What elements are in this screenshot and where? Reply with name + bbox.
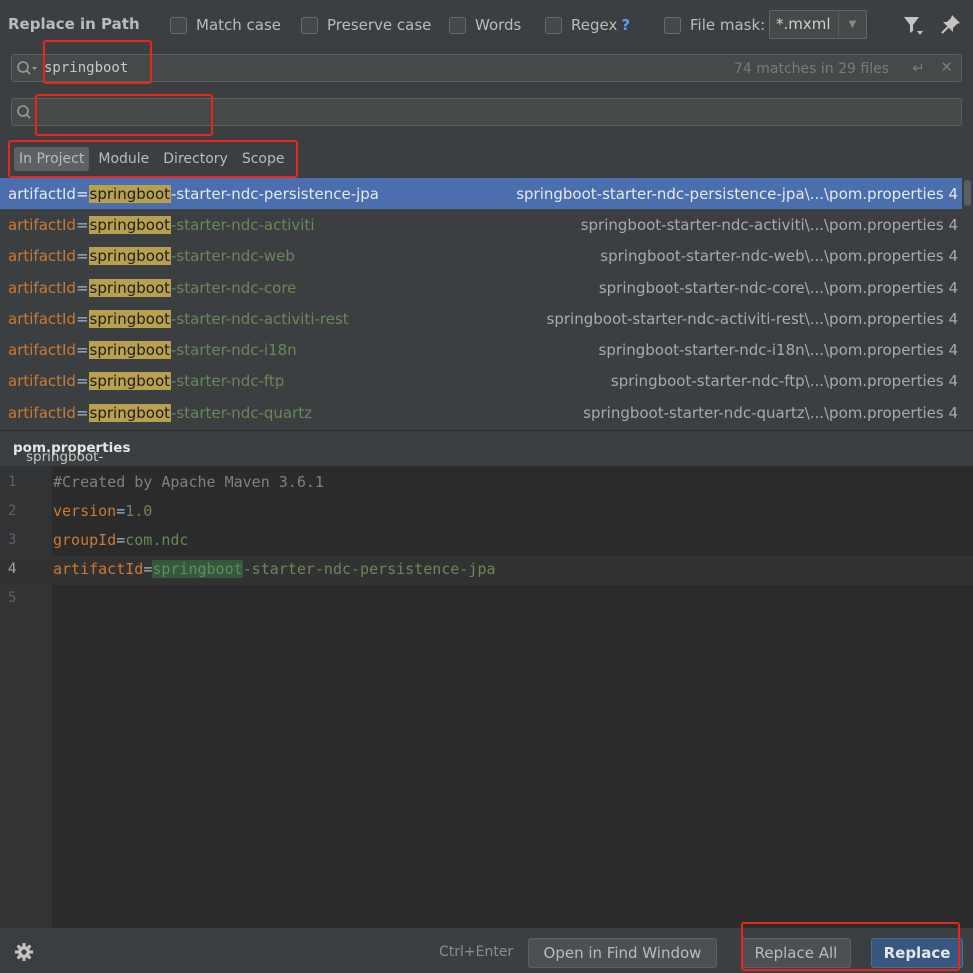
- replace-field[interactable]: [11, 98, 962, 126]
- match-case-checkbox[interactable]: [170, 16, 187, 34]
- tab-module[interactable]: Module: [93, 147, 154, 171]
- result-row[interactable]: artifactId=springboot-starter-ndc-activi…: [0, 303, 962, 334]
- replace-all-button[interactable]: Replace All: [741, 938, 851, 968]
- result-path: springboot-starter-ndc-quartz\...\pom.pr…: [583, 403, 958, 422]
- words-checkbox[interactable]: [449, 16, 466, 34]
- new-line-icon[interactable]: ↵: [912, 59, 925, 77]
- file-mask-value: *.mxml: [776, 15, 831, 33]
- file-mask-combo[interactable]: *.mxml ▼: [769, 10, 867, 39]
- match-case-option[interactable]: Match case: [170, 14, 281, 36]
- search-icon[interactable]: [16, 104, 38, 120]
- file-mask-label: File mask:: [690, 16, 766, 34]
- code-line: 2 version=1.0: [0, 498, 973, 527]
- result-text: artifactId=springboot-starter-ndc-core: [8, 278, 297, 297]
- result-path: springboot-starter-ndc-ftp\...\pom.prope…: [610, 372, 958, 391]
- line-number: 1: [8, 474, 17, 490]
- regex-help-icon[interactable]: ?: [621, 16, 630, 34]
- scrollbar-thumb[interactable]: [964, 180, 971, 206]
- code-comment: #Created by Apache Maven 3.6.1: [53, 473, 324, 491]
- words-option[interactable]: Words: [449, 14, 521, 36]
- result-text: artifactId=springboot-starter-ndc-persis…: [8, 184, 380, 203]
- result-row[interactable]: artifactId=springboot-starter-ndc-quartz…: [0, 397, 962, 428]
- result-text: artifactId=springboot-starter-ndc-activi…: [8, 309, 349, 328]
- code-line: 3 groupId=com.ndc: [0, 527, 973, 556]
- line-number: 5: [8, 590, 17, 606]
- regex-checkbox[interactable]: [545, 16, 562, 34]
- result-text: artifactId=springboot-starter-ndc-web: [8, 247, 295, 266]
- replace-input[interactable]: [38, 99, 718, 125]
- shortcut-hint: Ctrl+Enter: [439, 944, 514, 960]
- tab-in-project[interactable]: In Project: [14, 147, 90, 171]
- result-row[interactable]: artifactId=springboot-starter-ndc-i18n s…: [0, 334, 962, 365]
- match-count: 74 matches in 29 files: [734, 61, 889, 77]
- words-label: Words: [475, 16, 522, 34]
- dialog-footer: Ctrl+Enter Open in Find Window Replace A…: [0, 928, 973, 973]
- file-mask-option[interactable]: File mask:: [664, 14, 765, 36]
- result-row[interactable]: artifactId=springboot-starter-ndc-ftp sp…: [0, 366, 962, 397]
- replace-button[interactable]: Replace: [871, 938, 963, 968]
- results-list: artifactId=springboot-starter-ndc-persis…: [0, 178, 962, 428]
- gear-icon[interactable]: [14, 942, 34, 962]
- result-path: springboot-starter-ndc-activiti\...\pom.…: [580, 215, 958, 234]
- code-line-current: 4 artifactId=springboot-starter-ndc-pers…: [0, 556, 973, 585]
- dialog-title: Replace in Path: [8, 15, 140, 33]
- find-input[interactable]: [44, 55, 724, 81]
- code-text: version=1.0: [53, 502, 153, 520]
- results-scrollbar[interactable]: [962, 178, 973, 428]
- match-case-label: Match case: [196, 16, 282, 34]
- search-icon[interactable]: [16, 60, 38, 76]
- file-mask-checkbox[interactable]: [664, 16, 681, 34]
- result-row[interactable]: artifactId=springboot-starter-ndc-core s…: [0, 272, 962, 303]
- line-number: 2: [8, 503, 17, 519]
- code-line: 1 #Created by Apache Maven 3.6.1: [0, 469, 973, 498]
- filter-icon[interactable]: [902, 14, 924, 36]
- preserve-case-checkbox[interactable]: [301, 16, 318, 34]
- result-text: artifactId=springboot-starter-ndc-i18n: [8, 341, 297, 360]
- result-path: springboot-starter-ndc-i18n\...\pom.prop…: [598, 341, 958, 360]
- open-in-find-window-button[interactable]: Open in Find Window: [528, 938, 717, 968]
- dialog-header: Replace in Path Match case Preserve case…: [0, 0, 973, 50]
- preview-path: springboot-starter-ndc-persistence-jpa/t…: [0, 430, 973, 529]
- code-preview[interactable]: 1 #Created by Apache Maven 3.6.1 2 versi…: [0, 466, 973, 928]
- line-number: 3: [8, 532, 17, 548]
- result-path: springboot-starter-ndc-web\...\pom.prope…: [600, 247, 958, 266]
- result-text: artifactId=springboot-starter-ndc-activi…: [8, 215, 315, 234]
- result-text: artifactId=springboot-starter-ndc-ftp: [8, 372, 285, 391]
- regex-option[interactable]: Regex ?: [545, 14, 630, 36]
- pin-icon[interactable]: [940, 13, 962, 35]
- close-icon[interactable]: ✕: [940, 58, 953, 76]
- preserve-case-label: Preserve case: [327, 16, 432, 34]
- regex-label: Regex: [571, 16, 618, 34]
- scope-tabs: In Project Module Directory Scope: [14, 145, 293, 173]
- result-path: springboot-starter-ndc-activiti-rest\...…: [546, 309, 958, 328]
- find-field[interactable]: 74 matches in 29 files ↵ ✕: [11, 54, 962, 82]
- result-path: springboot-starter-ndc-persistence-jpa\.…: [516, 184, 958, 203]
- code-line: 5: [0, 585, 973, 614]
- result-text: artifactId=springboot-starter-ndc-quartz: [8, 403, 313, 422]
- result-row[interactable]: artifactId=springboot-starter-ndc-web sp…: [0, 241, 962, 272]
- line-number: 4: [8, 561, 17, 577]
- tab-scope[interactable]: Scope: [237, 147, 290, 171]
- code-text: artifactId=springboot-starter-ndc-persis…: [53, 560, 496, 578]
- chevron-down-icon[interactable]: ▼: [838, 11, 866, 38]
- preserve-case-option[interactable]: Preserve case: [301, 14, 431, 36]
- result-row[interactable]: artifactId=springboot-starter-ndc-persis…: [0, 178, 962, 210]
- result-path: springboot-starter-ndc-core\...\pom.prop…: [598, 278, 958, 297]
- result-row[interactable]: artifactId=springboot-starter-ndc-activi…: [0, 209, 962, 240]
- code-text: groupId=com.ndc: [53, 531, 189, 549]
- tab-directory[interactable]: Directory: [158, 147, 233, 171]
